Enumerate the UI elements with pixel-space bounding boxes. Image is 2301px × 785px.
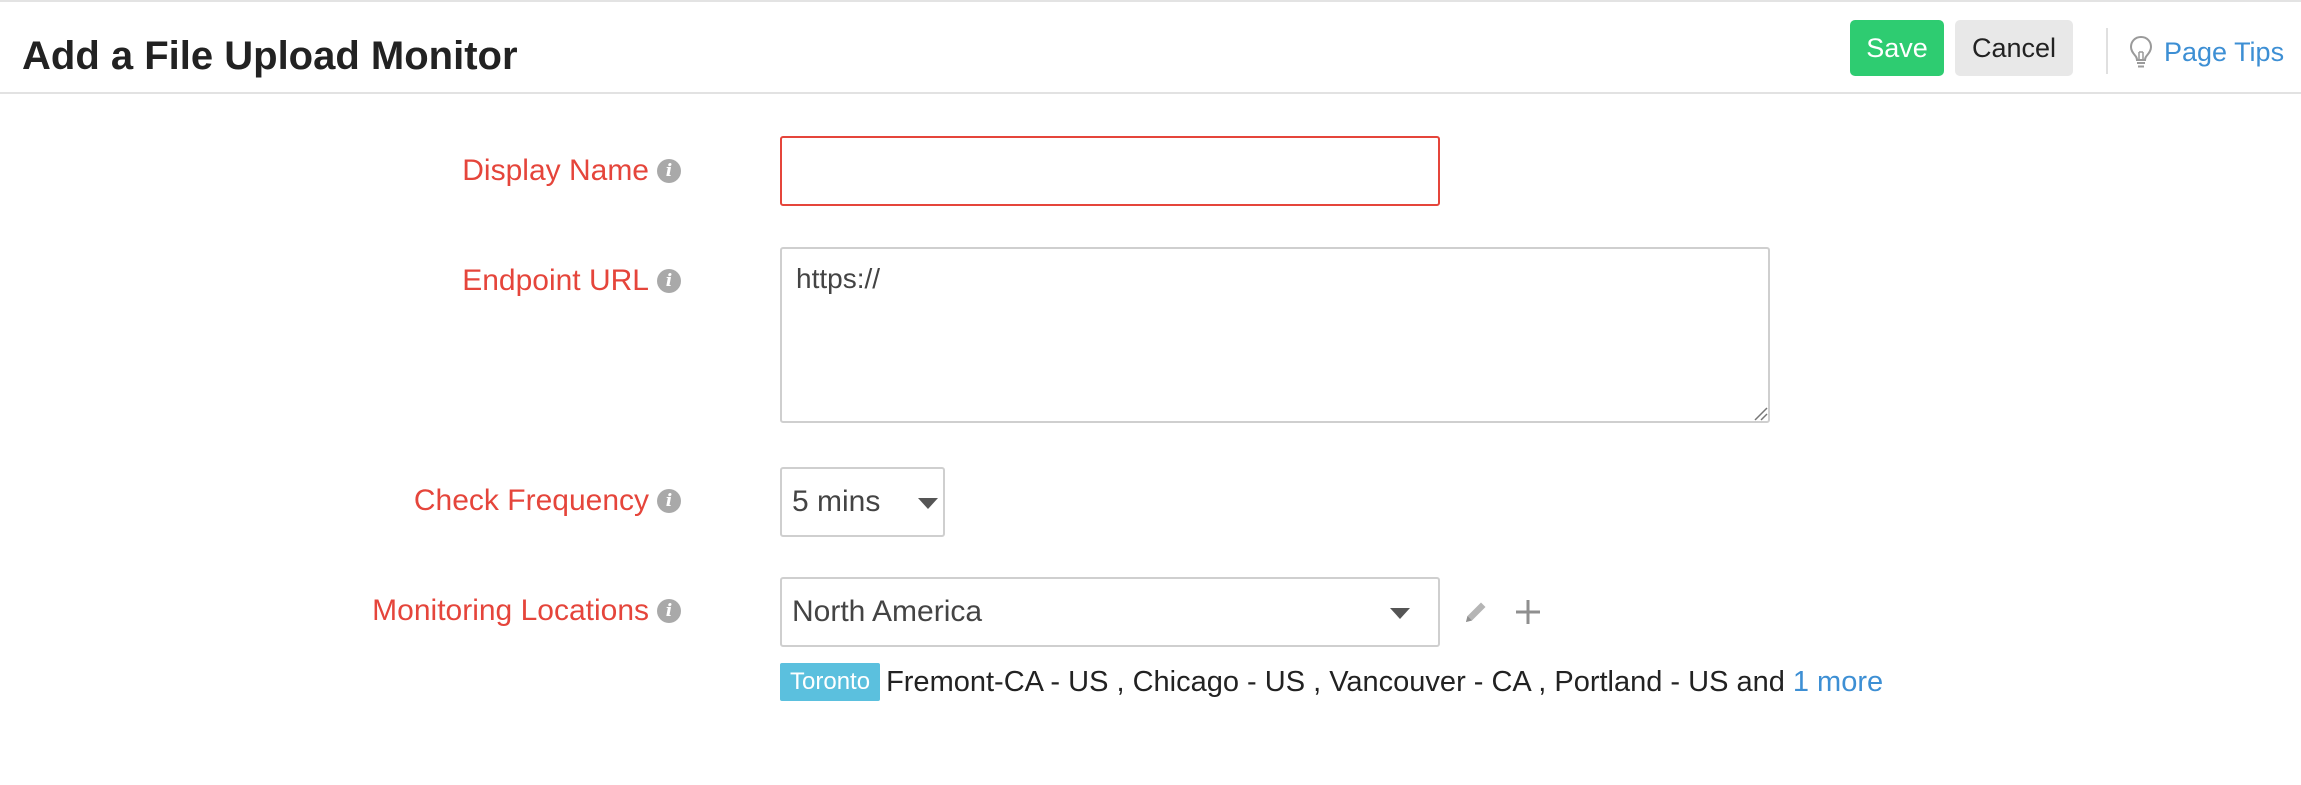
monitoring-locations-value: North America [792, 595, 983, 628]
info-icon[interactable]: i [657, 269, 681, 293]
monitoring-locations-select[interactable]: North America [780, 577, 1440, 647]
page-title: Add a File Upload Monitor [22, 34, 518, 78]
caret-down-icon [918, 498, 938, 509]
more-locations-link[interactable]: 1 more [1793, 666, 1883, 699]
save-button[interactable]: Save [1850, 20, 1944, 76]
check-frequency-label: Check Frequency i [414, 484, 681, 518]
info-icon[interactable]: i [657, 489, 681, 513]
pencil-icon[interactable] [1460, 596, 1492, 628]
monitoring-locations-label: Monitoring Locations i [372, 594, 681, 628]
caret-down-icon [1390, 608, 1410, 619]
header-divider [2106, 28, 2108, 74]
page-header: Add a File Upload Monitor Save Cancel Pa… [0, 4, 2301, 94]
page-tips-link[interactable]: Page Tips [2128, 30, 2284, 74]
locations-text: Fremont-CA - US , Chicago - US , Vancouv… [886, 665, 1785, 698]
resize-handle-icon[interactable] [1752, 405, 1768, 421]
display-name-label: Display Name i [462, 154, 681, 188]
endpoint-url-label: Endpoint URL i [462, 264, 681, 298]
display-name-input[interactable] [780, 136, 1440, 206]
page-tips-label: Page Tips [2164, 36, 2285, 67]
endpoint-url-textarea[interactable]: https:// [780, 247, 1770, 423]
check-frequency-select[interactable]: 5 mins [780, 467, 945, 537]
info-icon[interactable]: i [657, 599, 681, 623]
selected-locations-summary: Toronto Fremont-CA - US , Chicago - US ,… [780, 662, 1883, 702]
check-frequency-value: 5 mins [792, 485, 881, 518]
info-icon[interactable]: i [657, 159, 681, 183]
location-tag: Toronto [780, 663, 881, 701]
plus-icon[interactable] [1512, 596, 1544, 628]
cancel-button[interactable]: Cancel [1955, 20, 2073, 76]
lightbulb-icon [2129, 35, 2153, 68]
